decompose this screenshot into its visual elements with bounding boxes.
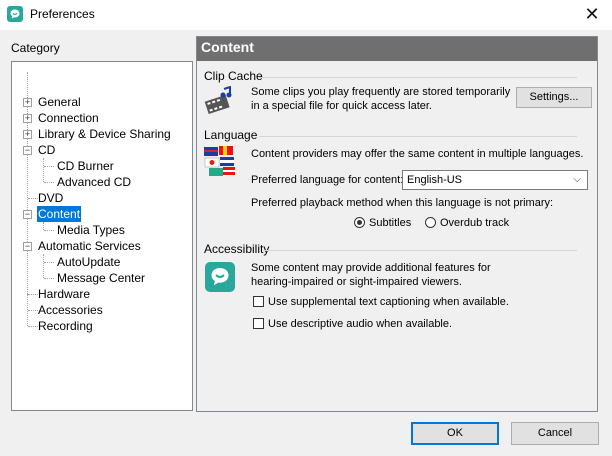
tree-item-autoupdate[interactable]: AutoUpdate: [57, 254, 120, 270]
cancel-button[interactable]: Cancel: [511, 422, 599, 445]
preferred-language-label: Preferred language for content:: [251, 174, 404, 186]
tree-connector: [43, 254, 44, 278]
tree-connector: [44, 166, 54, 167]
expander-general[interactable]: +: [23, 98, 32, 107]
panel-header: Content: [197, 37, 597, 61]
tree-connector: [28, 326, 38, 327]
tree-item-recording[interactable]: Recording: [38, 318, 93, 334]
tree-connector: [43, 222, 44, 230]
dialog-body: Category + General + Connection + Librar…: [0, 30, 612, 456]
subtitles-label[interactable]: Subtitles: [369, 216, 411, 230]
tree-connector: [28, 310, 38, 311]
close-icon[interactable]: ✕: [573, 1, 611, 27]
descriptive-audio-label[interactable]: Use descriptive audio when available.: [268, 317, 452, 331]
accessibility-description-2: hearing-impaired or sight-impaired viewe…: [251, 276, 462, 288]
speech-bubble-icon: [205, 262, 235, 295]
divider: [259, 77, 577, 78]
tree-connector: [44, 278, 54, 279]
flags-icon: [203, 145, 237, 180]
subtitles-radio[interactable]: [354, 217, 365, 228]
speech-bubble-icon: [7, 6, 23, 22]
tree-connector: [27, 294, 28, 326]
tree-connector: [28, 294, 38, 295]
content-panel: Content Clip Cache Some clips you play f…: [196, 36, 598, 412]
clip-cache-description-2: in a special file for quick access later…: [251, 100, 432, 112]
overdub-radio[interactable]: [425, 217, 436, 228]
tree-connector: [43, 158, 44, 182]
tree-item-accessories[interactable]: Accessories: [38, 302, 103, 318]
ok-button[interactable]: OK: [411, 422, 499, 445]
accessibility-description-1: Some content may provide additional feat…: [251, 262, 491, 274]
chevron-down-icon: ⌵: [573, 174, 581, 185]
clip-cache-heading: Clip Cache: [204, 69, 263, 83]
title-bar: Preferences ✕: [0, 0, 612, 30]
window-title: Preferences: [30, 7, 95, 21]
tree-connector: [44, 182, 54, 183]
tree-item-media-types[interactable]: Media Types: [57, 222, 125, 238]
captioning-checkbox[interactable]: [253, 296, 264, 307]
tree-connector: [44, 230, 54, 231]
language-select[interactable]: English-US ⌵: [402, 170, 588, 190]
accessibility-heading: Accessibility: [204, 242, 270, 256]
tree-item-content[interactable]: Content: [37, 206, 82, 222]
language-description: Content providers may offer the same con…: [251, 148, 584, 160]
language-select-value: English-US: [407, 174, 463, 186]
tree-connector: [44, 262, 54, 263]
tree-item-cd-burner[interactable]: CD Burner: [57, 158, 114, 174]
divider: [263, 250, 577, 251]
tree-item-automatic-services[interactable]: Automatic Services: [38, 238, 141, 254]
tree-connector: [28, 198, 38, 199]
tree-item-cd[interactable]: CD: [38, 142, 55, 158]
clip-cache-description-1: Some clips you play frequently are store…: [251, 86, 511, 98]
overdub-label[interactable]: Overdub track: [440, 216, 509, 230]
playback-method-label: Preferred playback method when this lang…: [251, 197, 554, 209]
tree-item-advanced-cd[interactable]: Advanced CD: [57, 174, 131, 190]
category-tree[interactable]: + General + Connection + Library & Devic…: [11, 61, 193, 411]
tree-item-general[interactable]: General: [38, 94, 81, 110]
expander-connection[interactable]: +: [23, 114, 32, 123]
tree-item-hardware[interactable]: Hardware: [38, 286, 90, 302]
tree-item-library-sharing[interactable]: Library & Device Sharing: [38, 126, 171, 142]
tree-item-message-center[interactable]: Message Center: [57, 270, 145, 286]
panel-title: Content: [201, 39, 254, 55]
language-heading: Language: [204, 128, 258, 142]
category-label: Category: [11, 41, 60, 55]
expander-content[interactable]: −: [23, 210, 32, 219]
expander-cd[interactable]: −: [23, 146, 32, 155]
captioning-label[interactable]: Use supplemental text captioning when av…: [268, 295, 509, 309]
expander-library-sharing[interactable]: +: [23, 130, 32, 139]
settings-button[interactable]: Settings...: [516, 87, 592, 108]
film-music-icon: [204, 85, 234, 119]
divider: [259, 136, 577, 137]
tree-item-dvd[interactable]: DVD: [38, 190, 63, 206]
descriptive-audio-checkbox[interactable]: [253, 318, 264, 329]
expander-automatic-services[interactable]: −: [23, 242, 32, 251]
tree-item-connection[interactable]: Connection: [38, 110, 99, 126]
